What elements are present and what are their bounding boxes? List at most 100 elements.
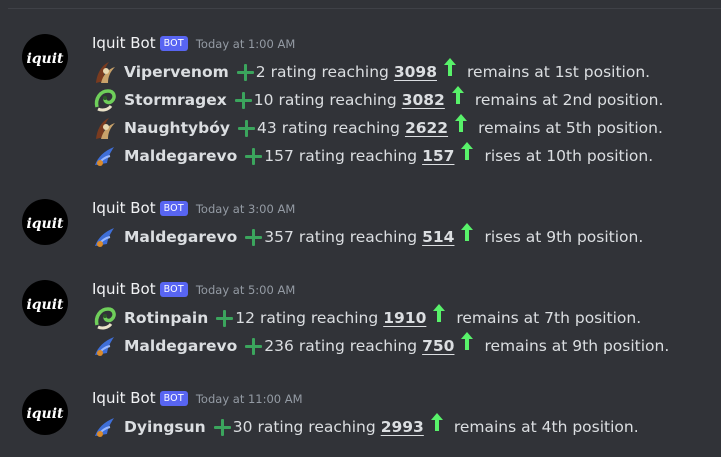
rank-wing-icon xyxy=(92,414,118,440)
position-status: remains at 4th position. xyxy=(453,418,639,436)
iquit-logo-icon: iquit xyxy=(26,216,64,232)
player-name: Stormragex xyxy=(124,91,227,109)
bot-badge: BOT xyxy=(159,282,188,297)
rating-line: Stormragex 10 rating reaching 3082 remai… xyxy=(92,86,663,114)
iquit-logo-icon: iquit xyxy=(26,297,64,313)
rating-reaching-text: rating reaching xyxy=(298,228,418,246)
up-arrow-icon xyxy=(432,303,446,323)
divider xyxy=(8,8,721,9)
player-name: Vipervenom xyxy=(124,63,229,81)
rating-line: Maldegarevo 357 rating reaching 514 rise… xyxy=(92,223,643,251)
position-status: remains at 2nd position. xyxy=(474,91,664,109)
rating-line: Naughtybóy 43 rating reaching 2622 remai… xyxy=(92,114,663,142)
avatar[interactable]: iquit xyxy=(22,199,68,245)
rating-reaching-text: rating reaching xyxy=(259,309,379,327)
username[interactable]: Iquit Bot xyxy=(92,280,156,298)
rating-delta: 2 xyxy=(255,63,266,81)
rating-value: 157 xyxy=(422,147,455,165)
up-arrow-icon xyxy=(460,331,474,351)
rank-snake-icon xyxy=(92,87,118,113)
up-arrow-icon xyxy=(451,85,465,105)
position-status: rises at 10th position. xyxy=(484,147,654,165)
rating-value: 514 xyxy=(422,228,455,246)
rating-delta: 236 xyxy=(264,337,294,355)
rating-reaching-text: rating reaching xyxy=(270,63,389,81)
timestamp[interactable]: Today at 5:00 AM xyxy=(196,283,295,297)
rank-horns-icon xyxy=(92,59,118,85)
rank-wing-icon xyxy=(92,143,118,169)
avatar[interactable]: iquit xyxy=(22,34,68,80)
rating-value: 3082 xyxy=(401,91,445,109)
rating-reaching-text: rating reaching xyxy=(281,119,400,137)
player-name: Rotinpain xyxy=(124,309,209,327)
rating-reaching-text: rating reaching xyxy=(257,418,376,436)
avatar[interactable]: iquit xyxy=(22,280,68,326)
position-status: remains at 5th position. xyxy=(478,119,663,137)
rating-line: Maldegarevo 236 rating reaching 750 rema… xyxy=(92,332,669,360)
position-status: remains at 7th position. xyxy=(456,309,642,327)
message-header: Iquit Bot BOT Today at 5:00 AM xyxy=(92,278,295,301)
rating-value: 2622 xyxy=(404,119,449,137)
plus-icon xyxy=(236,63,254,81)
svg-text:iquit: iquit xyxy=(26,297,64,313)
svg-text:iquit: iquit xyxy=(26,216,64,232)
rank-wing-icon xyxy=(92,224,118,250)
player-name: Dyingsun xyxy=(124,418,206,436)
position-status: remains at 1st position. xyxy=(467,63,651,81)
plus-icon xyxy=(237,119,255,137)
username[interactable]: Iquit Bot xyxy=(92,389,156,407)
rating-reaching-text: rating reaching xyxy=(278,91,397,109)
up-arrow-icon xyxy=(430,412,444,432)
message-header: Iquit Bot BOT Today at 11:00 AM xyxy=(92,387,303,410)
rating-reaching-text: rating reaching xyxy=(298,147,418,165)
username[interactable]: Iquit Bot xyxy=(92,34,156,52)
plus-icon xyxy=(245,228,263,246)
rank-snake-icon xyxy=(92,305,118,331)
up-arrow-icon xyxy=(454,113,468,133)
rating-line: Vipervenom 2 rating reaching 3098 remain… xyxy=(92,58,650,86)
rating-delta: 30 xyxy=(232,418,253,436)
message-header: Iquit Bot BOT Today at 3:00 AM xyxy=(92,197,295,220)
rating-delta: 157 xyxy=(264,147,294,165)
rating-reaching-text: rating reaching xyxy=(298,337,418,355)
svg-text:iquit: iquit xyxy=(26,406,64,422)
iquit-logo-icon: iquit xyxy=(26,51,64,67)
rating-line: Dyingsun 30 rating reaching 2993 remains… xyxy=(92,413,639,441)
username[interactable]: Iquit Bot xyxy=(92,199,156,217)
rating-value: 3098 xyxy=(393,63,437,81)
avatar[interactable]: iquit xyxy=(22,389,68,435)
rating-delta: 43 xyxy=(256,119,277,137)
rating-line: Maldegarevo 157 rating reaching 157 rise… xyxy=(92,142,653,170)
plus-icon xyxy=(245,337,263,355)
timestamp[interactable]: Today at 11:00 AM xyxy=(196,392,303,406)
iquit-logo-icon: iquit xyxy=(26,406,64,422)
message-header: Iquit Bot BOT Today at 1:00 AM xyxy=(92,32,295,55)
rank-horns-icon xyxy=(92,115,118,141)
rating-delta: 10 xyxy=(253,91,274,109)
bot-badge: BOT xyxy=(159,391,188,406)
position-status: remains at 9th position. xyxy=(484,337,670,355)
up-arrow-icon xyxy=(460,222,474,242)
timestamp[interactable]: Today at 1:00 AM xyxy=(196,37,295,51)
rank-wing-icon xyxy=(92,333,118,359)
timestamp[interactable]: Today at 3:00 AM xyxy=(196,202,295,216)
svg-text:iquit: iquit xyxy=(26,51,64,67)
rating-value: 1910 xyxy=(383,309,427,327)
bot-badge: BOT xyxy=(159,36,188,51)
rating-value: 2993 xyxy=(380,418,424,436)
plus-icon xyxy=(213,418,231,436)
player-name: Maldegarevo xyxy=(124,147,238,165)
player-name: Maldegarevo xyxy=(124,337,238,355)
player-name: Maldegarevo xyxy=(124,228,238,246)
plus-icon xyxy=(234,91,252,109)
bot-badge: BOT xyxy=(159,201,188,216)
player-name: Naughtybóy xyxy=(124,119,230,137)
up-arrow-icon xyxy=(460,141,474,161)
rating-value: 750 xyxy=(422,337,455,355)
rating-line: Rotinpain 12 rating reaching 1910 remain… xyxy=(92,304,641,332)
up-arrow-icon xyxy=(443,57,457,77)
plus-icon xyxy=(245,147,263,165)
rating-delta: 12 xyxy=(235,309,255,327)
rating-delta: 357 xyxy=(264,228,294,246)
position-status: rises at 9th position. xyxy=(484,228,644,246)
